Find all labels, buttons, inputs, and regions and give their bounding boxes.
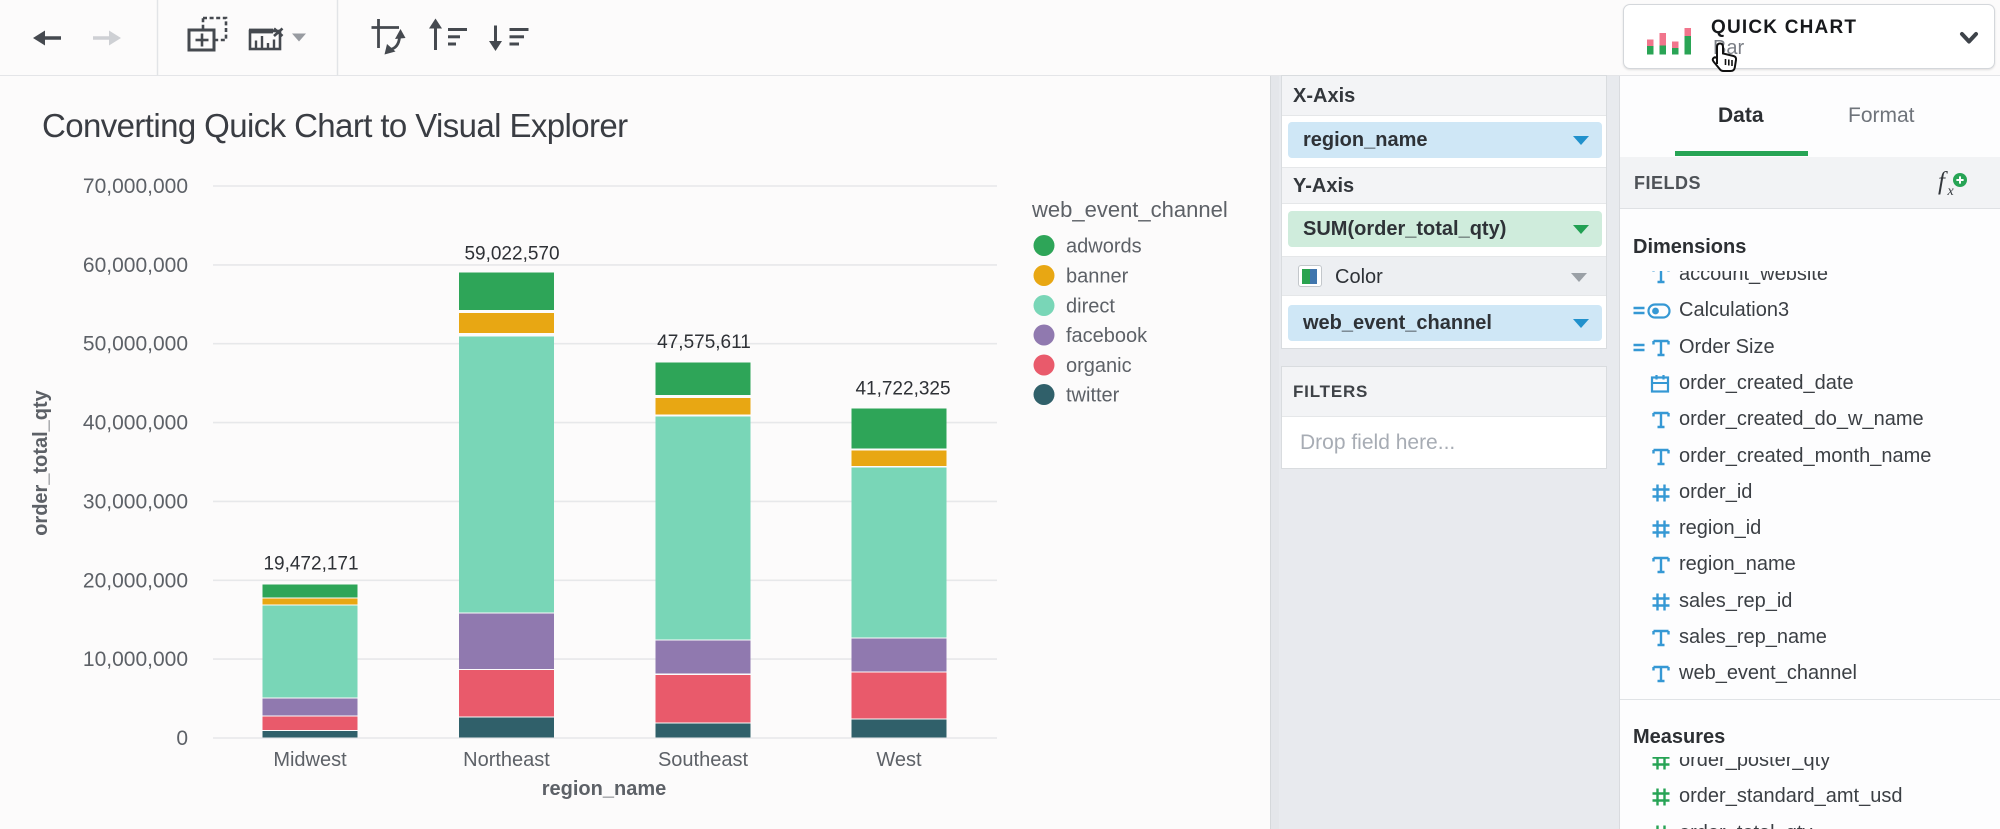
svg-text:0: 0 xyxy=(176,727,188,750)
svg-text:organic: organic xyxy=(1066,355,1132,377)
svg-text:30,000,000: 30,000,000 xyxy=(83,490,188,513)
svg-text:50,000,000: 50,000,000 xyxy=(83,333,188,356)
svg-text:banner: banner xyxy=(1066,266,1129,288)
svg-text:70,000,000: 70,000,000 xyxy=(83,175,188,198)
svg-text:Southeast: Southeast xyxy=(658,749,749,771)
svg-text:20,000,000: 20,000,000 xyxy=(83,569,188,592)
svg-text:twitter: twitter xyxy=(1066,385,1120,407)
svg-text:41,722,325: 41,722,325 xyxy=(855,379,950,400)
svg-text:10,000,000: 10,000,000 xyxy=(83,648,188,671)
svg-text:40,000,000: 40,000,000 xyxy=(83,412,188,435)
svg-text:adwords: adwords xyxy=(1066,236,1142,258)
svg-text:Northeast: Northeast xyxy=(463,749,550,771)
svg-text:facebook: facebook xyxy=(1066,325,1148,347)
svg-text:Midwest: Midwest xyxy=(273,749,347,771)
svg-text:web_event_channel: web_event_channel xyxy=(1031,197,1228,222)
svg-text:order_total_qty: order_total_qty xyxy=(30,389,52,535)
svg-text:60,000,000: 60,000,000 xyxy=(83,254,188,277)
svg-text:x: x xyxy=(1947,184,1955,199)
svg-text:59,022,570: 59,022,570 xyxy=(464,244,559,265)
svg-text:47,575,611: 47,575,611 xyxy=(657,332,751,353)
svg-text:West: West xyxy=(876,749,922,771)
svg-text:direct: direct xyxy=(1066,296,1115,318)
svg-text:19,472,171: 19,472,171 xyxy=(263,554,358,575)
svg-text:region_name: region_name xyxy=(542,778,666,800)
svg-text:f: f xyxy=(1938,170,1948,195)
